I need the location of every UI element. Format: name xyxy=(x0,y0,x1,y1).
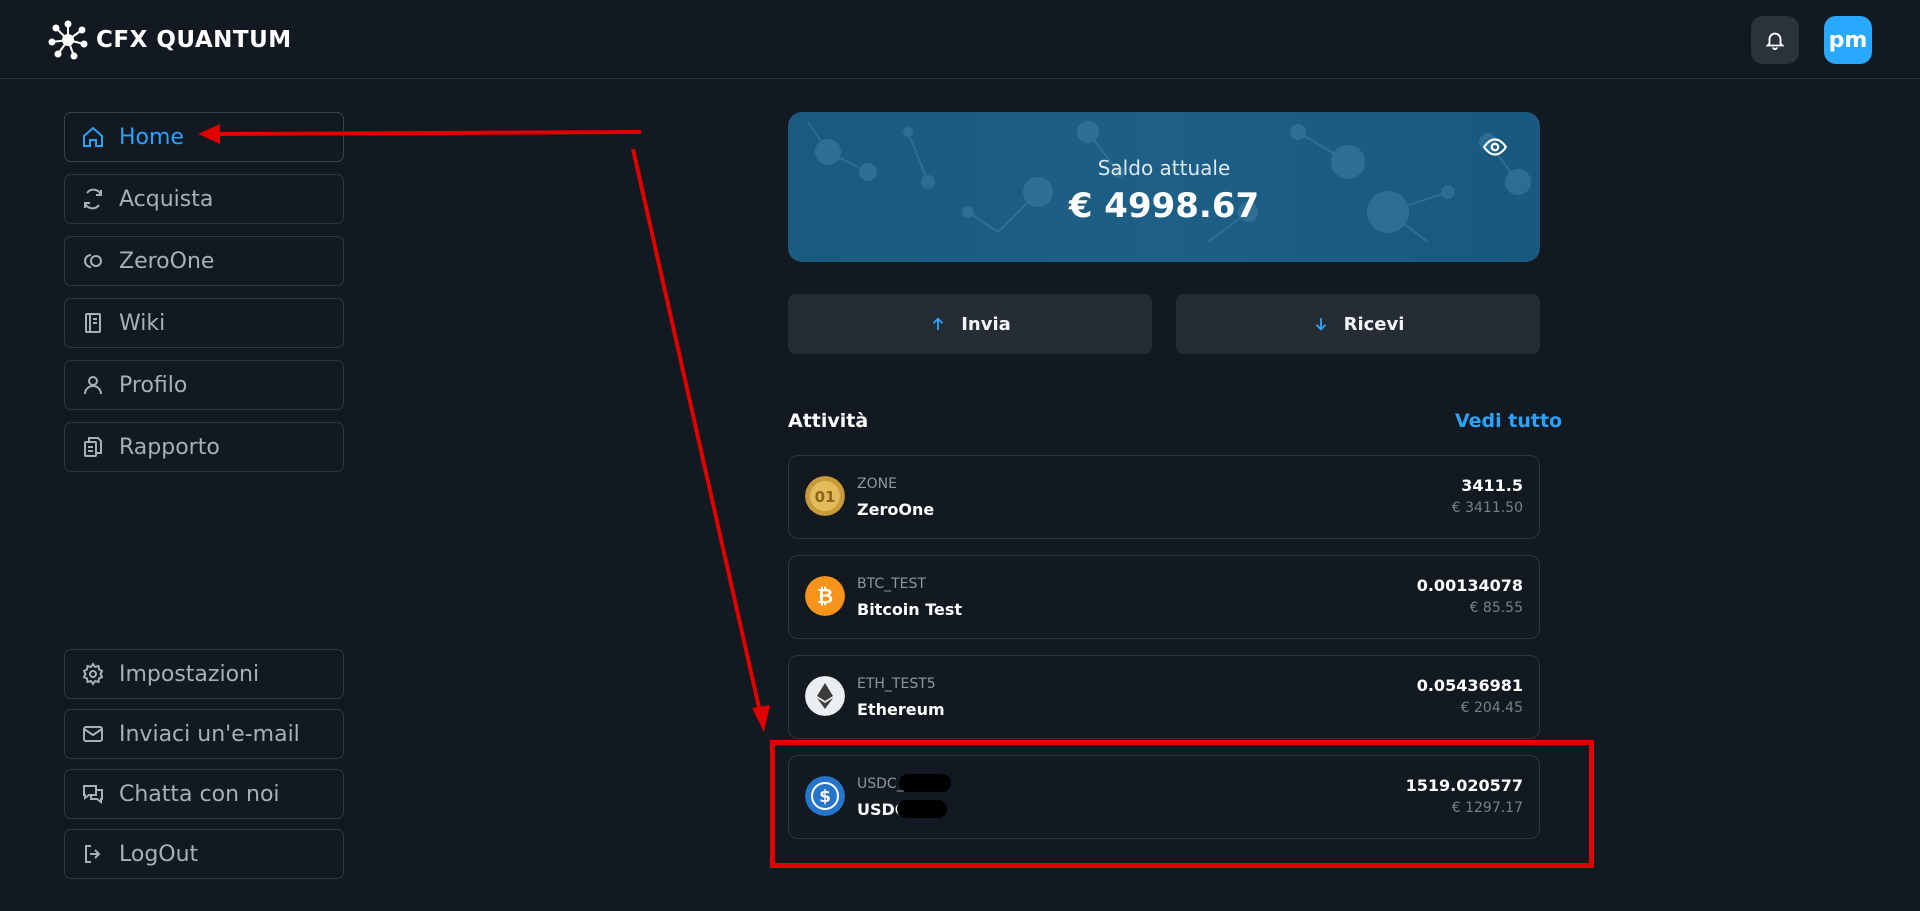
sidebar-item-zeroone[interactable]: ZeroOne xyxy=(64,236,344,286)
coin-name: Ethereum xyxy=(857,700,945,719)
sidebar-item-label: Home xyxy=(119,124,184,150)
list-item[interactable]: ₿ BTC_TEST Bitcoin Test 0.00134078 € 85.… xyxy=(788,555,1540,639)
sidebar-item-chat[interactable]: Chatta con noi xyxy=(64,769,344,819)
list-item[interactable]: ETH_TEST5 Ethereum 0.05436981 € 204.45 xyxy=(788,655,1540,739)
gear-icon xyxy=(82,662,104,686)
report-icon xyxy=(84,437,102,457)
bitcoin-icon: ₿ xyxy=(805,576,845,616)
sidebar-item-label: LogOut xyxy=(119,841,199,867)
sidebar-item-label: Chatta con noi xyxy=(119,781,280,807)
sidebar-item-email[interactable]: Inviaci un'e-mail xyxy=(64,709,344,759)
svg-text:01: 01 xyxy=(815,488,836,506)
home-icon xyxy=(83,126,103,147)
sidebar-item-label: Inviaci un'e-mail xyxy=(119,721,300,747)
coin-amount: 3411.5 xyxy=(1461,476,1523,495)
sidebar-item-wiki[interactable]: Wiki xyxy=(64,298,344,348)
zeroone-coin-icon: 01 xyxy=(805,476,845,516)
sidebar-item-label: ZeroOne xyxy=(119,248,215,274)
chat-icon xyxy=(83,785,103,804)
bell-icon xyxy=(1765,32,1785,51)
activity-title: Attività xyxy=(788,410,869,432)
arrow-up-icon xyxy=(933,317,944,330)
coin-value: € 3411.50 xyxy=(1451,500,1523,516)
sidebar-item-label: Wiki xyxy=(119,310,166,336)
logo[interactable]: CFX QUANTUM xyxy=(48,20,292,60)
sidebar-item-label: Impostazioni xyxy=(119,661,260,687)
annotation-arrowhead-usdc xyxy=(752,705,770,732)
avatar[interactable]: pm xyxy=(1824,16,1872,64)
receive-label: Ricevi xyxy=(1343,313,1405,335)
eye-icon[interactable] xyxy=(1482,134,1508,160)
sidebar-item-acquista[interactable]: Acquista xyxy=(64,174,344,224)
ethereum-icon xyxy=(805,676,845,716)
receive-button[interactable]: Ricevi xyxy=(1176,294,1540,354)
sidebar-item-home[interactable]: Home xyxy=(64,112,344,162)
see-all-link[interactable]: Vedi tutto xyxy=(1455,410,1562,432)
coin-amount: 0.05436981 xyxy=(1416,676,1523,695)
svg-text:₿: ₿ xyxy=(817,584,833,608)
sidebar-item-logout[interactable]: LogOut xyxy=(64,829,344,879)
coin-name: Bitcoin Test xyxy=(857,600,963,619)
coin-value: € 204.45 xyxy=(1460,700,1523,716)
arrow-down-icon xyxy=(1315,318,1326,331)
user-icon xyxy=(84,376,102,395)
zeroone-icon xyxy=(84,254,102,268)
book-icon xyxy=(85,313,101,333)
sidebar-item-label: Profilo xyxy=(119,372,188,398)
molecule-logo-icon xyxy=(48,20,88,60)
coin-symbol: ZONE xyxy=(857,476,897,492)
sidebar-item-impostazioni[interactable]: Impostazioni xyxy=(64,649,344,699)
annotation-highlight-box xyxy=(770,740,1594,868)
send-label: Invia xyxy=(961,313,1011,335)
notifications-button[interactable] xyxy=(1751,16,1799,64)
sidebar-item-rapporto[interactable]: Rapporto xyxy=(64,422,344,472)
logout-icon xyxy=(85,845,101,863)
sidebar-item-label: Acquista xyxy=(119,186,214,212)
coin-symbol: ETH_TEST5 xyxy=(857,676,936,692)
coin-amount: 0.00134078 xyxy=(1416,576,1523,595)
app-name: CFX QUANTUM xyxy=(96,27,292,53)
annotation-arrow-usdc xyxy=(631,148,762,713)
balance-value: € 4998.67 xyxy=(1068,186,1260,226)
coin-value: € 85.55 xyxy=(1469,600,1523,616)
balance-label: Saldo attuale xyxy=(1097,156,1231,180)
list-item[interactable]: 01 ZONE ZeroOne 3411.5 € 3411.50 xyxy=(788,455,1540,539)
balance-card: Saldo attuale € 4998.67 xyxy=(788,112,1540,262)
sidebar-item-label: Rapporto xyxy=(119,434,220,460)
mail-icon xyxy=(83,726,103,742)
refresh-icon xyxy=(84,188,102,210)
sidebar-item-profilo[interactable]: Profilo xyxy=(64,360,344,410)
send-button[interactable]: Invia xyxy=(788,294,1152,354)
coin-symbol: BTC_TEST xyxy=(857,576,926,592)
coin-name: ZeroOne xyxy=(857,500,935,519)
top-bar: CFX QUANTUM pm xyxy=(0,0,1920,79)
